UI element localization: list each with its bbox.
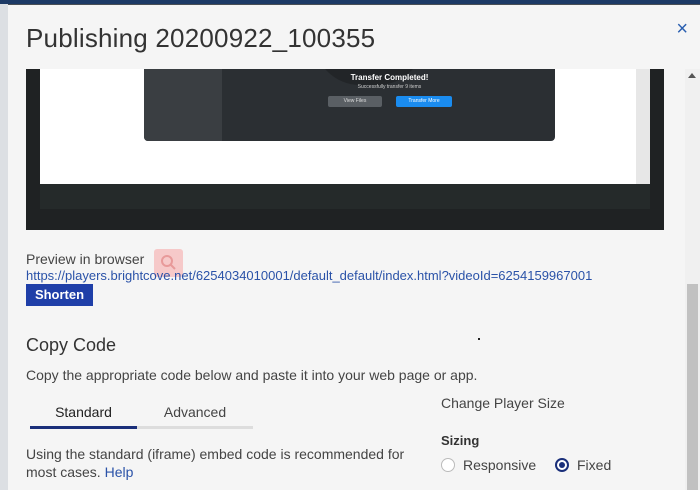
backdrop-top-bar [0, 0, 700, 4]
responsive-radio[interactable] [441, 458, 455, 472]
backdrop-left-strip [0, 0, 8, 490]
help-link[interactable]: Help [105, 464, 134, 480]
change-player-size-label: Change Player Size [441, 395, 565, 411]
video-preview[interactable]: Transfer Completed! Successfully transfe… [26, 69, 664, 230]
preview-frame-edge [636, 69, 650, 184]
preview-heading: Transfer Completed! [350, 73, 429, 82]
standard-embed-text: Using the standard (iframe) embed code i… [26, 446, 405, 480]
modal-body: Transfer Completed! Successfully transfe… [8, 69, 684, 490]
responsive-label: Responsive [463, 457, 537, 473]
scroll-up-arrow-icon[interactable] [688, 73, 696, 78]
sizing-responsive-option[interactable]: Responsive [441, 455, 536, 475]
fixed-radio[interactable] [555, 458, 569, 472]
preview-view-files-button: View Files [328, 96, 382, 107]
fixed-label: Fixed [577, 457, 612, 473]
preview-transfer-more-button: Transfer More [396, 96, 452, 107]
preview-in-browser-label: Preview in browser [26, 251, 145, 267]
shorten-button[interactable]: Shorten [26, 284, 93, 306]
modal-scrollbar[interactable] [685, 69, 700, 490]
scrollbar-thumb[interactable] [687, 284, 698, 490]
preview-app-window: Transfer Completed! Successfully transfe… [144, 69, 555, 141]
stray-dot [478, 338, 480, 340]
embed-code-tabs: Standard Advanced [30, 399, 253, 429]
modal-header: Publishing 20200922_100355 × [8, 5, 700, 69]
preview-subtext: Successfully transfer 9 items [357, 84, 422, 90]
tab-standard[interactable]: Standard [30, 399, 137, 429]
preview-player-bar [40, 184, 650, 209]
sizing-label: Sizing [441, 433, 480, 448]
sizing-fixed-option[interactable]: Fixed [555, 455, 611, 475]
standard-embed-description: Using the standard (iframe) embed code i… [26, 445, 416, 481]
copy-code-heading: Copy Code [26, 335, 117, 355]
close-icon[interactable]: × [676, 19, 688, 39]
modal-title: Publishing 20200922_100355 [26, 23, 376, 53]
tab-advanced[interactable]: Advanced [137, 399, 253, 429]
publishing-modal: Publishing 20200922_100355 × Transfer Co… [8, 5, 700, 490]
preview-frame: Transfer Completed! Successfully transfe… [40, 69, 650, 184]
preview-url-link[interactable]: https://players.brightcove.net/625403401… [26, 268, 592, 283]
copy-code-description: Copy the appropriate code below and past… [26, 367, 478, 383]
